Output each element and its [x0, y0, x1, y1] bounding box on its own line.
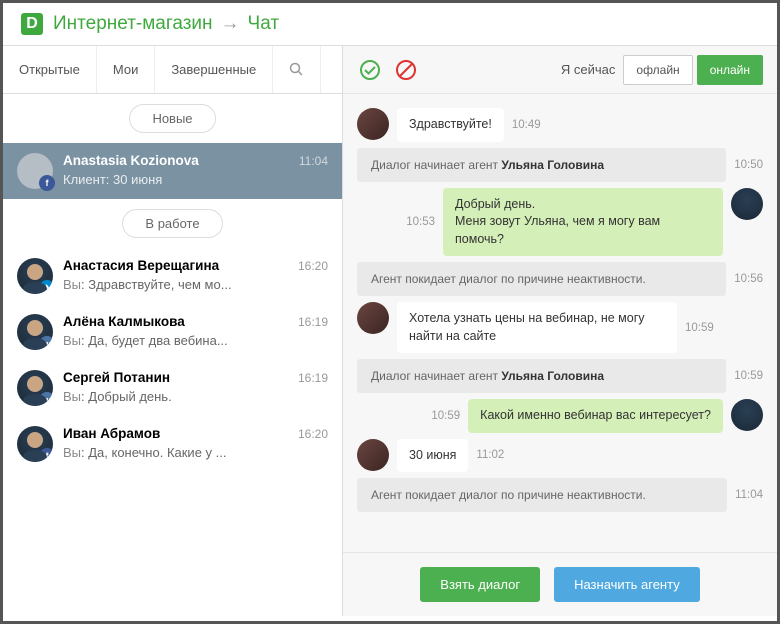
tab-open[interactable]: Открытые: [3, 46, 97, 93]
vk-icon: w: [39, 392, 53, 406]
conversation-time: 16:20: [298, 259, 328, 273]
chat-panel: Я сейчас офлайн онлайн Здравствуйте! 10:4…: [343, 46, 777, 616]
pill-new[interactable]: Новые: [129, 104, 215, 133]
client-message: 30 июня: [397, 439, 468, 473]
client-message: Хотела узнать цены на вебинар, не могу н…: [397, 302, 677, 353]
conversation-selected[interactable]: f Anastasia Kozionova 11:04 Клиент: 30 и…: [3, 143, 342, 199]
conversation-panel: Открытые Мои Завершенные Новые f Anastas…: [3, 46, 343, 616]
avatar: w: [17, 314, 53, 350]
tab-done[interactable]: Завершенные: [155, 46, 273, 93]
vk-icon: w: [39, 336, 53, 350]
conversation-item[interactable]: ✈ Анастасия Верещагина 16:20 Вы: Здравств…: [3, 248, 342, 304]
conversation-preview: Вы: Да, конечно. Какие у ...: [63, 445, 328, 460]
conversation-preview: Вы: Здравствуйте, чем мо...: [63, 277, 328, 292]
conversation-preview: Вы: Добрый день.: [63, 389, 328, 404]
avatar: ✈: [17, 258, 53, 294]
client-avatar: [357, 302, 389, 334]
conversation-name: Анастасия Верещагина: [63, 258, 219, 273]
search-icon: [289, 62, 304, 77]
take-dialog-button[interactable]: Взять диалог: [420, 567, 540, 602]
agent-message: Добрый день.Меня зовут Ульяна, чем я мог…: [443, 188, 723, 257]
tg-icon: ✈: [39, 280, 53, 294]
facebook-icon: f: [39, 175, 55, 191]
pill-working[interactable]: В работе: [122, 209, 222, 238]
avatar: f: [17, 426, 53, 462]
logo-icon: D: [21, 13, 43, 35]
breadcrumb-arrow-icon: →: [221, 13, 240, 35]
conversation-item[interactable]: f Иван Абрамов 16:20 Вы: Да, конечно. Как…: [3, 416, 342, 472]
client-message: Здравствуйте!: [397, 108, 504, 142]
agent-avatar: [731, 188, 763, 220]
chat-messages: Здравствуйте! 10:49 Диалог начинает агент …: [343, 94, 777, 552]
avatar: w: [17, 370, 53, 406]
message-time: 10:50: [734, 159, 763, 171]
agent-avatar: [731, 399, 763, 431]
message-time: 11:04: [735, 489, 763, 501]
conversation-name: Алёна Калмыкова: [63, 314, 185, 329]
search-button[interactable]: [273, 46, 321, 93]
avatar: f: [17, 153, 53, 189]
message-time: 10:59: [431, 410, 460, 422]
conversation-preview: Клиент: 30 июня: [63, 172, 328, 187]
message-time: 10:59: [685, 322, 714, 334]
conversation-time: 16:19: [298, 371, 328, 385]
client-avatar: [357, 439, 389, 471]
tabs: Открытые Мои Завершенные: [3, 46, 342, 94]
agent-message: Какой именно вебинар вас интересует?: [468, 399, 723, 433]
status-label: Я сейчас: [561, 62, 616, 77]
conversation-name: Сергей Потанин: [63, 370, 170, 385]
conversation-time: 11:04: [299, 154, 328, 168]
conversation-item[interactable]: w Алёна Калмыкова 16:19 Вы: Да, будет два…: [3, 304, 342, 360]
conversation-item[interactable]: w Сергей Потанин 16:19 Вы: Добрый день.: [3, 360, 342, 416]
system-message: Агент покидает диалог по причине неактив…: [357, 262, 726, 296]
chat-toolbar: Я сейчас офлайн онлайн: [343, 46, 777, 94]
conversation-preview: Вы: Да, будет два вебина...: [63, 333, 328, 348]
breadcrumb: D Интернет-магазин → Чат: [3, 3, 777, 46]
online-button[interactable]: онлайн: [697, 55, 763, 85]
conversation-time: 16:20: [298, 427, 328, 441]
message-time: 10:53: [406, 216, 435, 228]
block-icon[interactable]: [393, 57, 419, 83]
message-time: 10:59: [734, 370, 763, 382]
message-time: 11:02: [476, 449, 504, 461]
conversation-time: 16:19: [298, 315, 328, 329]
conversation-name: Иван Абрамов: [63, 426, 160, 441]
breadcrumb-shop[interactable]: Интернет-магазин: [53, 13, 213, 35]
fb-icon: f: [39, 448, 53, 462]
system-message: Диалог начинает агент Ульяна Головина: [357, 148, 726, 182]
message-time: 10:49: [512, 119, 541, 131]
breadcrumb-chat[interactable]: Чат: [248, 13, 280, 35]
assign-agent-button[interactable]: Назначить агенту: [554, 567, 700, 602]
system-message: Агент покидает диалог по причине неактив…: [357, 478, 727, 512]
system-message: Диалог начинает агент Ульяна Головина: [357, 359, 726, 393]
message-time: 10:56: [734, 273, 763, 285]
client-avatar: [357, 108, 389, 140]
offline-button[interactable]: офлайн: [623, 55, 692, 85]
conversation-name: Anastasia Kozionova: [63, 153, 199, 168]
accept-icon[interactable]: [357, 57, 383, 83]
tab-mine[interactable]: Мои: [97, 46, 155, 93]
chat-footer: Взять диалог Назначить агенту: [343, 552, 777, 616]
